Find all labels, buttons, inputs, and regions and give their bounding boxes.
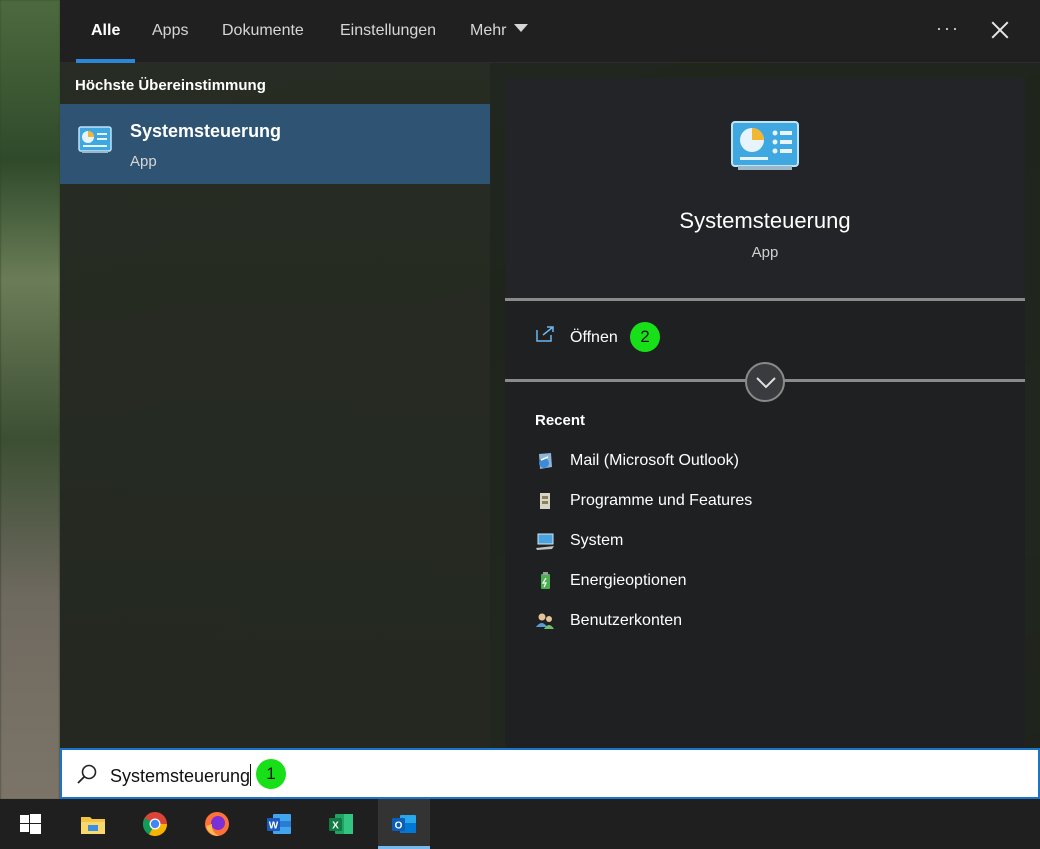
recent-item-programs[interactable]: Programme und Features: [535, 487, 995, 517]
power-options-icon: [541, 572, 550, 589]
preview-subtitle: App: [751, 244, 779, 261]
recent-item-power[interactable]: Energieoptionen: [535, 567, 995, 597]
taskbar-firefox[interactable]: [191, 799, 243, 849]
taskbar-excel[interactable]: X: [315, 799, 367, 849]
start-button[interactable]: [4, 799, 56, 849]
recent-title: Recent: [535, 412, 586, 429]
mail-icon: [539, 453, 552, 469]
recent-item-mail[interactable]: Mail (Microsoft Outlook): [535, 447, 995, 477]
preview-pane: Systemsteuerung App Öffnen 2 Recent Mail…: [505, 78, 1025, 748]
section-title: Höchste Übereinstimmung: [75, 77, 266, 94]
preview-title: Systemsteuerung: [679, 208, 851, 233]
recent-item-users[interactable]: Benutzerkonten: [535, 607, 995, 637]
best-match-title: Systemsteuerung: [130, 121, 282, 141]
chevron-down-icon: [514, 24, 529, 32]
file-explorer-icon: [81, 817, 105, 834]
more-options-icon[interactable]: ···: [936, 18, 960, 39]
expand-button[interactable]: [745, 362, 785, 402]
search-input[interactable]: Systemsteuerung: [110, 764, 252, 787]
divider: [505, 298, 1025, 301]
search-icon: [77, 764, 97, 784]
preview-header: Systemsteuerung App: [505, 78, 1025, 298]
close-button[interactable]: [988, 18, 1012, 42]
step-badge-1: 1: [256, 759, 286, 789]
tab-mehr[interactable]: Mehr: [470, 0, 529, 63]
tab-alle[interactable]: Alle: [75, 0, 136, 63]
results-list: Höchste Übereinstimmung Systemsteuerung …: [60, 63, 490, 748]
control-panel-icon: [731, 121, 799, 170]
system-icon: [536, 533, 554, 550]
tab-dokumente[interactable]: Dokumente: [222, 0, 304, 63]
recent-item-system[interactable]: System: [535, 527, 995, 557]
taskbar-outlook[interactable]: O: [378, 799, 430, 849]
step-badge-2: 2: [630, 322, 660, 352]
chevron-down-icon: [756, 377, 776, 389]
control-panel-icon: [78, 126, 112, 153]
firefox-icon: [205, 812, 229, 836]
chrome-icon: [142, 812, 167, 837]
excel-icon: X: [329, 814, 353, 834]
search-panel: Alle Apps Dokumente Einstellungen Mehr ·…: [60, 0, 1040, 748]
outlook-icon: O: [392, 815, 416, 833]
start-icon: [20, 814, 41, 834]
search-tab-bar: Alle Apps Dokumente Einstellungen Mehr ·…: [60, 0, 1040, 63]
taskbar-file-explorer[interactable]: [67, 799, 119, 849]
tab-einstellungen[interactable]: Einstellungen: [340, 0, 436, 63]
search-box[interactable]: Systemsteuerung 1: [60, 748, 1040, 799]
word-icon: W: [267, 814, 291, 834]
text-caret: [250, 764, 252, 786]
open-label: Öffnen: [570, 329, 618, 346]
svg-text:O: O: [395, 821, 403, 832]
svg-text:W: W: [269, 821, 279, 832]
programs-icon: [540, 493, 550, 509]
taskbar-word[interactable]: W: [253, 799, 305, 849]
svg-text:X: X: [332, 821, 339, 832]
open-icon: [536, 326, 554, 342]
tab-apps[interactable]: Apps: [152, 0, 188, 63]
user-accounts-icon: [536, 613, 554, 629]
desktop-wallpaper: [0, 0, 60, 800]
best-match-subtitle: App: [130, 153, 157, 170]
best-match-item[interactable]: Systemsteuerung App: [60, 104, 490, 184]
taskbar-chrome[interactable]: [129, 799, 181, 849]
taskbar: W X O: [0, 799, 1040, 849]
